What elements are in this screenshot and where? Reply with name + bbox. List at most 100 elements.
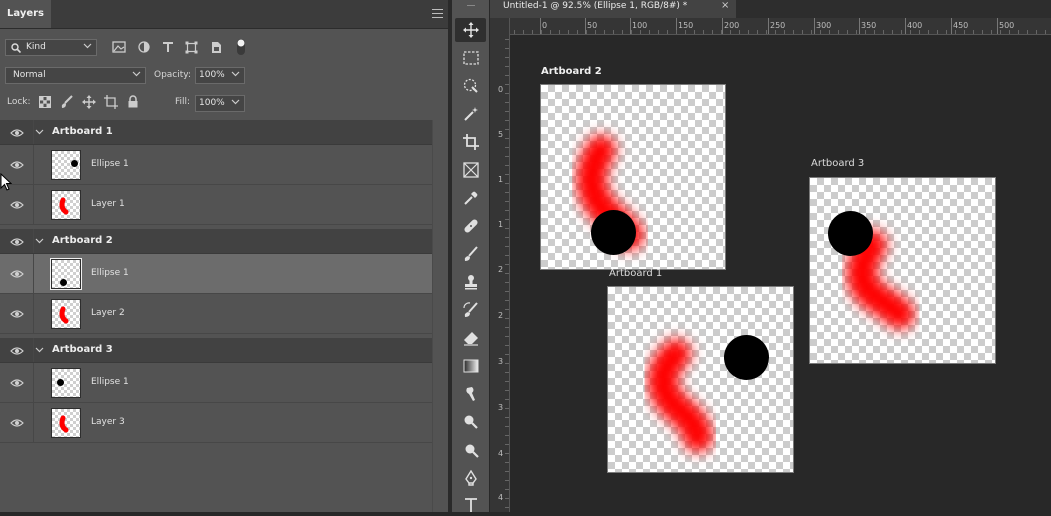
ruler-minor-tick xyxy=(523,30,524,34)
layer-row-artboard-1-ellipse[interactable]: Ellipse 1 xyxy=(0,145,432,185)
chevron-down-icon xyxy=(231,71,240,77)
magic-wand-tool-button[interactable] xyxy=(455,102,486,126)
clone-stamp-tool-button[interactable] xyxy=(455,270,486,294)
visibility-eye-icon[interactable] xyxy=(10,237,24,247)
lock-all-icon[interactable] xyxy=(127,95,139,108)
group-expand-chevron-icon[interactable] xyxy=(35,238,44,244)
panel-menu-icon[interactable] xyxy=(432,9,443,18)
blend-mode-dropdown[interactable]: Normal xyxy=(5,67,146,84)
ruler-tick-label: 50 xyxy=(587,21,598,30)
ruler-minor-tick xyxy=(505,201,509,202)
visibility-eye-icon[interactable] xyxy=(10,378,24,388)
layer-row-artboard-2-ellipse[interactable]: Ellipse 1 xyxy=(0,254,432,294)
filter-smart-object-icon[interactable] xyxy=(210,41,222,54)
visibility-eye-icon[interactable] xyxy=(10,128,24,138)
artboard-1-label[interactable]: Artboard 1 xyxy=(609,268,662,279)
ruler-minor-tick xyxy=(505,426,509,427)
layers-tab[interactable]: Layers xyxy=(0,0,51,28)
visibility-eye-icon[interactable] xyxy=(10,309,24,319)
document-tab[interactable]: Untitled-1 @ 92.5% (Ellipse 1, RGB/8#) *… xyxy=(490,0,736,18)
artboard-2[interactable] xyxy=(540,84,726,270)
ruler-minor-tick xyxy=(505,498,509,499)
visibility-eye-icon[interactable] xyxy=(10,418,24,428)
filter-adjustment-icon[interactable] xyxy=(138,41,150,53)
layer-row-artboard-3-ellipse[interactable]: Ellipse 1 xyxy=(0,363,432,403)
layer-row-layer-1[interactable]: Layer 1 xyxy=(0,185,432,225)
close-tab-icon[interactable]: × xyxy=(721,0,729,12)
layer-group-artboard-1[interactable]: Artboard 1 xyxy=(0,120,432,145)
ruler-minor-tick xyxy=(640,30,641,34)
gradient-tool-button[interactable] xyxy=(455,354,486,378)
ruler-tick-label: 2 xyxy=(498,311,504,320)
layer-group-artboard-3[interactable]: Artboard 3 xyxy=(0,338,432,363)
visibility-eye-icon[interactable] xyxy=(10,346,24,356)
filter-pixel-icon[interactable] xyxy=(112,41,126,53)
artboard-3[interactable] xyxy=(809,177,996,364)
healing-brush-tool-button[interactable] xyxy=(455,214,486,238)
chevron-down-icon xyxy=(132,71,141,77)
history-brush-tool-button[interactable] xyxy=(455,298,486,322)
group-expand-chevron-icon[interactable] xyxy=(35,347,44,353)
smudge-tool-button[interactable] xyxy=(455,382,486,406)
ruler-minor-tick xyxy=(919,30,920,34)
ruler-tick xyxy=(905,18,906,34)
ruler-minor-tick xyxy=(784,30,785,34)
blend-mode-value: Normal xyxy=(13,70,46,80)
brush-tool-button[interactable] xyxy=(455,242,486,266)
layer-thumbnail xyxy=(51,150,81,180)
dodge-tool-button[interactable] xyxy=(455,410,486,434)
ruler-minor-tick xyxy=(541,30,542,34)
filter-toggle-icon[interactable] xyxy=(235,38,247,56)
ruler-minor-tick xyxy=(505,390,509,391)
visibility-eye-icon[interactable] xyxy=(10,269,24,279)
fill-field[interactable]: 100% xyxy=(195,95,245,112)
pen-tool-button[interactable] xyxy=(455,466,486,490)
lock-pixels-icon[interactable] xyxy=(60,95,74,109)
vertical-ruler[interactable]: 0 5 1 1 2 2 3 3 4 4 xyxy=(490,35,510,512)
layer-row-layer-3[interactable]: Layer 3 xyxy=(0,403,432,443)
type-icon xyxy=(464,498,477,512)
ruler-minor-tick xyxy=(505,417,509,418)
ruler-minor-tick xyxy=(505,309,509,310)
horizontal-ruler[interactable]: 0 50 100 150 200 250 300 350 400 450 500 xyxy=(510,18,1051,35)
filter-type-icon[interactable] xyxy=(162,41,174,53)
frame-tool-button[interactable] xyxy=(455,158,486,182)
filter-shape-icon[interactable] xyxy=(185,41,198,54)
layer-thumbnail xyxy=(51,408,81,438)
group-expand-chevron-icon[interactable] xyxy=(35,129,44,135)
visibility-eye-icon[interactable] xyxy=(10,200,24,210)
lock-position-icon[interactable] xyxy=(82,95,96,109)
ruler-minor-tick xyxy=(505,138,509,139)
ruler-origin[interactable] xyxy=(490,18,510,35)
canvas-area[interactable]: Artboard 2 Artboard 1 Artboard 3 xyxy=(511,35,1051,512)
eyedropper-tool-button[interactable] xyxy=(455,186,486,210)
artboard-2-label[interactable]: Artboard 2 xyxy=(541,66,602,77)
eraser-tool-button[interactable] xyxy=(455,326,486,350)
layer-row-layer-2[interactable]: Layer 2 xyxy=(0,294,432,334)
ruler-minor-tick xyxy=(892,30,893,34)
ruler-minor-tick xyxy=(505,120,509,121)
eraser-icon xyxy=(463,332,478,346)
brush-icon xyxy=(464,246,478,261)
layer-group-artboard-2[interactable]: Artboard 2 xyxy=(0,229,432,254)
ruler-minor-tick xyxy=(622,30,623,34)
visibility-eye-icon[interactable] xyxy=(10,160,24,170)
type-tool-button[interactable] xyxy=(455,492,486,516)
artboard-1[interactable] xyxy=(607,286,794,473)
marquee-tool-button[interactable] xyxy=(455,46,486,70)
lasso-tool-button[interactable] xyxy=(455,74,486,98)
artboard-3-label[interactable]: Artboard 3 xyxy=(811,158,864,169)
ruler-minor-tick xyxy=(505,93,509,94)
filter-kind-dropdown[interactable]: Kind xyxy=(5,39,97,56)
layers-scrollbar[interactable] xyxy=(432,120,449,512)
lock-artboard-icon[interactable] xyxy=(104,95,118,109)
opacity-field[interactable]: 100% xyxy=(195,67,245,84)
move-tool-button[interactable] xyxy=(455,18,486,42)
ruler-minor-tick xyxy=(1027,30,1028,34)
lock-transparency-icon[interactable] xyxy=(39,96,51,108)
ruler-minor-tick xyxy=(505,507,509,508)
crop-tool-button[interactable] xyxy=(455,130,486,154)
zoom-tool-button[interactable] xyxy=(455,438,486,462)
ruler-minor-tick xyxy=(505,435,509,436)
lock-label: Lock: xyxy=(7,97,31,107)
